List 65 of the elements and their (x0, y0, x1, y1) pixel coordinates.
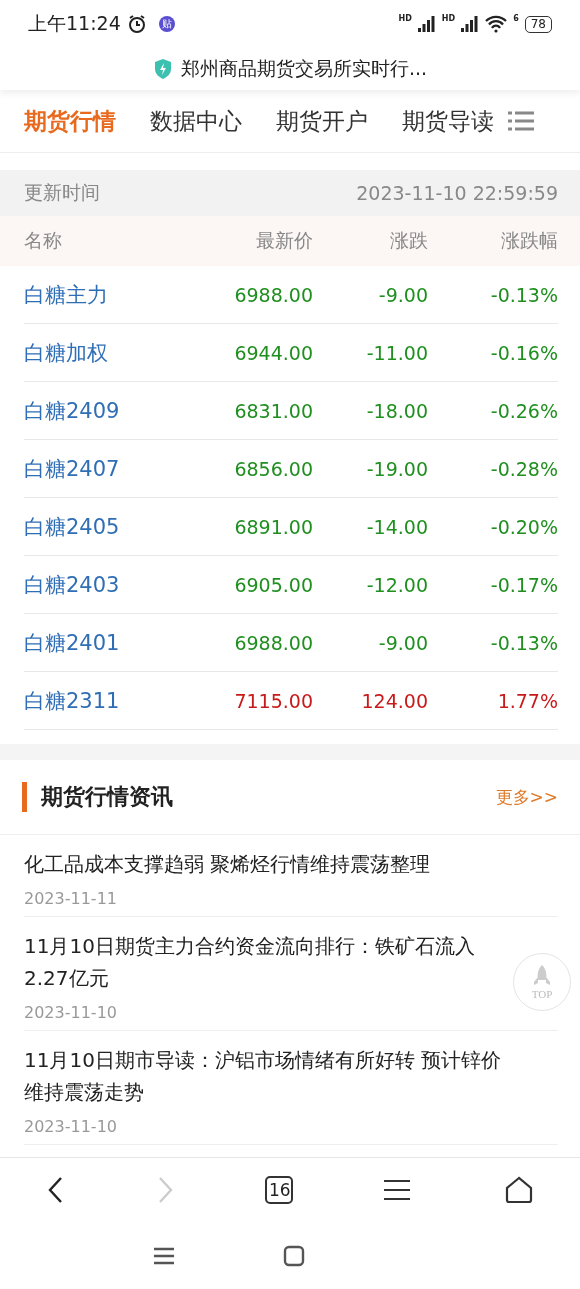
page-title[interactable]: 郑州商品期货交易所实时行... (180, 56, 428, 82)
change-cell-text: -19.00 (365, 457, 428, 480)
price-cell-text: 6988.00 (233, 631, 313, 654)
percent-cell-text: -0.13% (489, 631, 558, 654)
network-label: HD (398, 14, 412, 23)
price-cell-text: 6944.00 (233, 341, 313, 364)
percent-cell-text: -0.28% (489, 457, 558, 480)
percent-cell-text: 1.77% (496, 689, 558, 712)
column-header: 涨跌 (389, 228, 428, 253)
news-date: 2023-11-11 (24, 889, 117, 908)
update-label: 更新时间 (24, 180, 100, 205)
column-header: 涨跌幅 (500, 228, 558, 253)
signal-icon (461, 16, 480, 32)
rocket-icon (533, 964, 551, 988)
network-label: HD (441, 14, 456, 23)
accent-bar (22, 782, 27, 812)
news-date: 2023-11-10 (24, 1117, 117, 1136)
price-cell-text: 6988.00 (233, 283, 313, 306)
nav-tab[interactable]: 期货导读 (402, 105, 494, 137)
percent-cell-text: -0.17% (489, 573, 558, 596)
percent-cell-text: -0.26% (489, 399, 558, 422)
change-cell-text: -12.00 (365, 573, 428, 596)
change-cell-text: -11.00 (365, 341, 428, 364)
change-cell-text: -18.00 (365, 399, 428, 422)
section-title: 期货行情资讯 (41, 783, 173, 811)
price-cell-text: 6831.00 (233, 399, 313, 422)
percent-cell-text: -0.16% (489, 341, 558, 364)
news-date: 2023-11-10 (24, 1003, 117, 1022)
price-cell-text: 6856.00 (233, 457, 313, 480)
battery-level: 78 (524, 15, 552, 33)
contract-name[interactable]: 白糖主力 (24, 280, 193, 309)
app-badge: 贴 (158, 16, 175, 32)
percent-cell-text: -0.20% (489, 515, 558, 538)
contract-name[interactable]: 白糖2311 (24, 686, 193, 715)
price-cell-text: 6905.00 (233, 573, 313, 596)
contract-name[interactable]: 白糖2405 (24, 512, 193, 541)
column-header: 名称 (24, 228, 63, 253)
column-header: 最新价 (255, 228, 313, 253)
contract-name[interactable]: 白糖2407 (24, 454, 193, 483)
nav-tab[interactable]: 期货开户 (276, 105, 368, 137)
contract-name[interactable]: 白糖2401 (24, 628, 193, 657)
nav-tab[interactable]: 期货行情 (24, 105, 116, 137)
contract-name[interactable]: 白糖2409 (24, 396, 193, 425)
change-cell-text: -14.00 (365, 515, 428, 538)
wifi-icon (485, 15, 508, 33)
news-headline[interactable]: 11月10日期货主力合约资金流向排行：铁矿石流入2.27亿元 (24, 930, 504, 994)
nav-tab[interactable]: 数据中心 (150, 105, 242, 137)
percent-cell-text: -0.13% (489, 283, 558, 306)
change-cell-text: 124.00 (360, 689, 428, 712)
contract-name[interactable]: 白糖2403 (24, 570, 193, 599)
contract-name[interactable]: 白糖加权 (24, 338, 193, 367)
status-time: 上午11:24 (28, 11, 121, 36)
alarm-icon (126, 14, 147, 34)
price-cell-text: 6891.00 (233, 515, 313, 538)
tab-count[interactable]: 16 (265, 1176, 293, 1204)
news-headline[interactable]: 化工品成本支撑趋弱 聚烯烃行情维持震荡整理 (24, 848, 431, 880)
change-cell-text: -9.00 (377, 631, 428, 654)
change-cell-text: -9.00 (377, 283, 428, 306)
signal-icon (417, 16, 436, 32)
shield-icon (152, 58, 173, 80)
price-cell-text: 7115.00 (233, 689, 313, 712)
update-time: 2023-11-10 22:59:59 (356, 182, 558, 204)
news-headline[interactable]: 11月10日期市导读：沪铝市场情绪有所好转 预计锌价维持震荡走势 (24, 1044, 504, 1108)
more-link[interactable]: 更多>> (495, 785, 558, 809)
wifi-label: 6 (513, 14, 519, 23)
